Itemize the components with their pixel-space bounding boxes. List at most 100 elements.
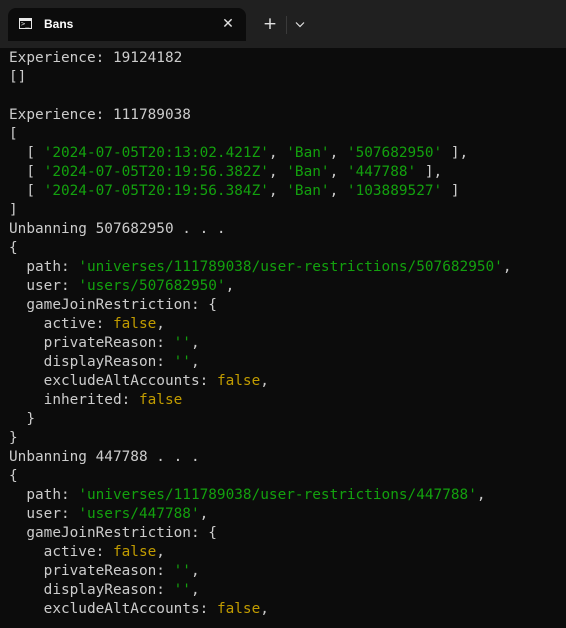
close-icon: ✕ <box>222 16 234 32</box>
text-token: Experience: 111789038 <box>9 107 191 123</box>
text-token: inherited: <box>9 392 139 408</box>
text-token: , <box>260 373 269 389</box>
terminal-line: displayReason: '', <box>9 353 566 372</box>
terminal-line: } <box>9 429 566 448</box>
terminal-line: excludeAltAccounts: false, <box>9 372 566 391</box>
terminal-line: excludeAltAccounts: false, <box>9 600 566 619</box>
text-token: privateReason: <box>9 335 174 351</box>
text-token: } <box>9 430 18 446</box>
terminal-line: displayReason: '', <box>9 581 566 600</box>
text-token: , <box>190 354 200 370</box>
text-token: , <box>190 582 200 598</box>
text-token: , <box>199 506 209 522</box>
text-token: ], <box>442 145 469 161</box>
chevron-down-icon <box>295 22 305 28</box>
text-token: user: <box>9 506 79 522</box>
string-token: '2024-07-05T20:19:56.382Z' <box>43 164 269 180</box>
string-token: '2024-07-05T20:13:02.421Z' <box>43 145 269 161</box>
terminal-output[interactable]: Experience: 19124182 [] Experience: 111789… <box>0 48 566 628</box>
terminal-line: Experience: 111789038 <box>9 106 566 125</box>
terminal-window: >_ Bans ✕ + Experience: 19124182[] Experi… <box>0 0 566 628</box>
string-token: '' <box>173 563 191 579</box>
terminal-line: privateReason: '', <box>9 334 566 353</box>
literal-token: false <box>216 373 261 389</box>
terminal-line: gameJoinRestriction: { <box>9 296 566 315</box>
text-token: gameJoinRestriction: { <box>9 525 217 541</box>
string-token: '' <box>173 354 191 370</box>
terminal-line: user: 'users/507682950', <box>9 277 566 296</box>
text-token: Unbanning 447788 . . . <box>9 449 200 465</box>
text-token: ] <box>9 202 18 218</box>
tab-title: Bans <box>44 17 74 31</box>
literal-token: false <box>112 544 157 560</box>
text-token: path: <box>9 487 79 503</box>
text-token: , <box>190 335 200 351</box>
terminal-line: { <box>9 467 566 486</box>
text-token: excludeAltAccounts: <box>9 373 217 389</box>
text-token: , <box>268 164 287 180</box>
terminal-line: privateReason: '', <box>9 562 566 581</box>
string-token: '447788' <box>346 164 417 180</box>
terminal-line: { <box>9 239 566 258</box>
text-token: [] <box>9 69 27 85</box>
string-token: 'universes/111789038/user-restrictions/5… <box>78 259 503 275</box>
string-token: '2024-07-05T20:19:56.384Z' <box>43 183 269 199</box>
text-token: Unbanning 507682950 . . . <box>9 221 226 237</box>
terminal-line: } <box>9 410 566 429</box>
text-token: , <box>502 259 512 275</box>
tab-dropdown-button[interactable] <box>290 14 310 36</box>
string-token: 'users/447788' <box>78 506 200 522</box>
terminal-line: user: 'users/447788', <box>9 505 566 524</box>
terminal-line: gameJoinRestriction: { <box>9 524 566 543</box>
string-token: 'universes/111789038/user-restrictions/4… <box>78 487 477 503</box>
tab-bans[interactable]: >_ Bans ✕ <box>8 8 246 41</box>
title-bar: >_ Bans ✕ + <box>0 0 566 48</box>
text-token: [ <box>9 183 44 199</box>
text-token: displayReason: <box>9 354 174 370</box>
terminal-line: path: 'universes/111789038/user-restrict… <box>9 258 566 277</box>
terminal-line: [ '2024-07-05T20:19:56.382Z', 'Ban', '44… <box>9 163 566 182</box>
text-token: , <box>329 164 347 180</box>
string-token: '' <box>173 582 191 598</box>
string-token: 'Ban' <box>286 145 330 161</box>
text-token: { <box>9 240 18 256</box>
text-token: , <box>225 278 235 294</box>
text-token: , <box>329 145 347 161</box>
text-token: [ <box>9 145 44 161</box>
text-token: , <box>156 544 165 560</box>
text-token: , <box>268 183 287 199</box>
text-token: excludeAltAccounts: <box>9 601 217 617</box>
terminal-line: [ <box>9 125 566 144</box>
terminal-line: Unbanning 507682950 . . . <box>9 220 566 239</box>
close-tab-button[interactable]: ✕ <box>219 15 237 33</box>
terminal-icon: >_ <box>19 18 32 29</box>
text-token: active: <box>9 316 113 332</box>
new-tab-button[interactable]: + <box>258 14 282 36</box>
terminal-line: path: 'universes/111789038/user-restrict… <box>9 486 566 505</box>
text-token: , <box>156 316 165 332</box>
text-token: , <box>329 183 347 199</box>
text-token: ] <box>442 183 460 199</box>
terminal-line: ] <box>9 201 566 220</box>
terminal-line: [ '2024-07-05T20:19:56.384Z', 'Ban', '10… <box>9 182 566 201</box>
text-token: user: <box>9 278 79 294</box>
string-token: '507682950' <box>346 145 443 161</box>
string-token: 'users/507682950' <box>78 278 226 294</box>
plus-icon: + <box>262 14 278 34</box>
terminal-line: [ '2024-07-05T20:13:02.421Z', 'Ban', '50… <box>9 144 566 163</box>
literal-token: false <box>216 601 261 617</box>
text-token: , <box>260 601 269 617</box>
terminal-line: active: false, <box>9 543 566 562</box>
divider <box>286 16 287 34</box>
literal-token: false <box>138 392 183 408</box>
text-token: , <box>190 563 200 579</box>
text-token: , <box>268 145 287 161</box>
string-token: '' <box>173 335 191 351</box>
text-token: path: <box>9 259 79 275</box>
text-token: active: <box>9 544 113 560</box>
terminal-line: Unbanning 447788 . . . <box>9 448 566 467</box>
text-token: gameJoinRestriction: { <box>9 297 217 313</box>
text-token: [ <box>9 126 18 142</box>
terminal-line: [] <box>9 68 566 87</box>
